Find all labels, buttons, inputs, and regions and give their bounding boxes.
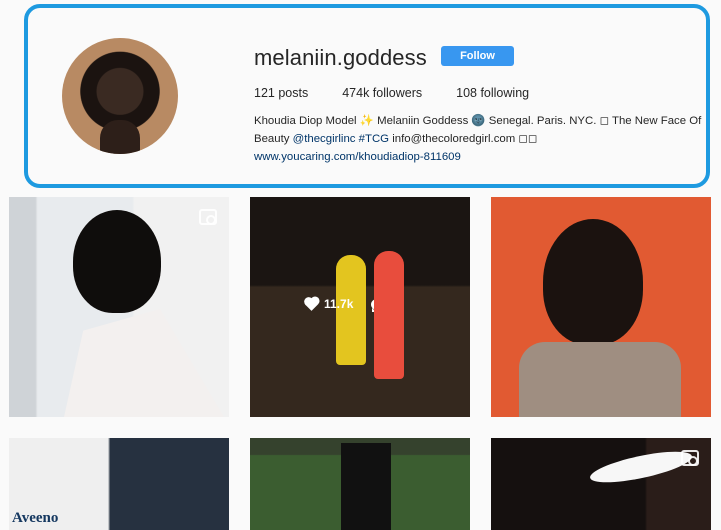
video-icon (681, 450, 699, 466)
comment-icon (371, 298, 384, 312)
post-thumbnail-1[interactable] (9, 197, 229, 417)
posts-count-stat: 121 posts (254, 86, 308, 100)
post-thumbnail-6[interactable] (491, 438, 711, 530)
bio-beauty-text: Beauty (254, 133, 293, 145)
heart-icon (305, 297, 318, 311)
external-link[interactable]: www.youcaring.com/khoudiadiop-811609 (254, 151, 461, 163)
followers-label: followers (369, 86, 423, 100)
following-count-stat[interactable]: 108 following (456, 86, 529, 100)
posts-count: 121 (254, 86, 275, 100)
mention-link[interactable]: @thecgirlinc (293, 133, 356, 145)
profile-bio: Khoudia Diop Model ✨ Melaniin Goddess 🌚 … (254, 112, 714, 166)
posts-label: posts (274, 86, 309, 100)
aveeno-label: Aveeno (12, 510, 59, 526)
profile-avatar[interactable] (62, 38, 178, 154)
bio-line-2: Beauty @thecgirlinc #TCG info@thecolored… (254, 130, 714, 148)
profile-header: melaniin.goddess Follow 121 posts 474k f… (24, 4, 710, 188)
bio-email: info@thecoloredgirl.com ◻◻ (392, 133, 538, 145)
post-thumbnail-5[interactable] (250, 438, 470, 530)
followers-count: 474k (342, 86, 370, 100)
likes-count: 11.7k (324, 297, 354, 311)
post-engagement-overlay: 11.7k 41 (305, 297, 402, 312)
post-thumbnail-3[interactable] (491, 197, 711, 417)
likes-stat: 11.7k (305, 297, 354, 311)
post-thumbnail-2[interactable]: 11.7k 41 (250, 197, 470, 417)
bio-line-1: Khoudia Diop Model ✨ Melaniin Goddess 🌚 … (254, 115, 702, 127)
comments-count: 41 (388, 297, 402, 311)
video-icon (199, 209, 217, 225)
following-count: 108 (456, 86, 477, 100)
hashtag-link[interactable]: #TCG (359, 133, 389, 145)
followers-count-stat[interactable]: 474k followers (342, 86, 422, 100)
follow-button[interactable]: Follow (441, 46, 514, 66)
profile-stats: 121 posts 474k followers 108 following (254, 86, 563, 100)
comments-stat: 41 (371, 297, 402, 312)
profile-username: melaniin.goddess (254, 45, 427, 70)
post-thumbnail-4[interactable]: Aveeno (9, 438, 229, 530)
following-label: following (476, 86, 530, 100)
